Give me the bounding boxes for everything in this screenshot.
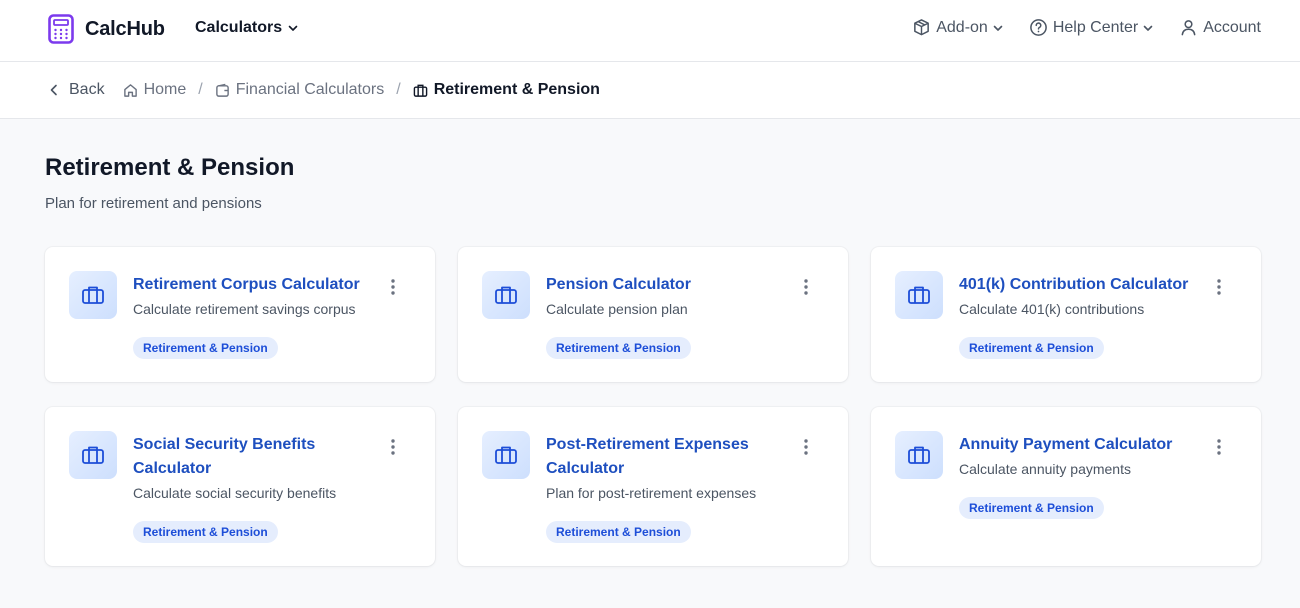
calculators-menu[interactable]: Calculators bbox=[195, 19, 298, 37]
briefcase-icon bbox=[82, 446, 104, 464]
card-title[interactable]: Social Security Benefits Calculator bbox=[133, 433, 333, 481]
card-icon-tile bbox=[69, 431, 117, 479]
card-menu-button[interactable] bbox=[798, 437, 814, 457]
briefcase-icon bbox=[495, 446, 517, 464]
card-description: Calculate retirement savings corpus bbox=[133, 301, 356, 317]
more-vertical-icon bbox=[391, 439, 395, 455]
calculator-card[interactable]: Post-Retirement Expenses Calculator Plan… bbox=[458, 407, 848, 566]
package-icon bbox=[914, 19, 930, 36]
chevron-down-icon bbox=[993, 25, 1003, 31]
category-tag: Retirement & Pension bbox=[133, 521, 278, 543]
help-center-menu-label: Help Center bbox=[1052, 18, 1139, 36]
briefcase-icon bbox=[908, 446, 930, 464]
breadcrumb-financial-label: Financial Calculators bbox=[235, 81, 385, 98]
category-tag: Retirement & Pension bbox=[133, 337, 278, 359]
page-subtitle: Plan for retirement and pensions bbox=[45, 195, 262, 212]
back-button[interactable]: Back bbox=[48, 81, 105, 99]
calculator-card[interactable]: Annuity Payment Calculator Calculate ann… bbox=[871, 407, 1261, 566]
breadcrumb-bar: Back Home / Financial Calculators / Reti… bbox=[0, 62, 1300, 119]
card-description: Calculate 401(k) contributions bbox=[959, 301, 1145, 317]
more-vertical-icon bbox=[804, 439, 808, 455]
page-title: Retirement & Pension bbox=[45, 154, 295, 181]
card-menu-button[interactable] bbox=[798, 277, 814, 297]
card-icon-tile bbox=[482, 271, 530, 319]
back-button-label: Back bbox=[69, 81, 105, 98]
card-icon-tile bbox=[69, 271, 117, 319]
card-menu-button[interactable] bbox=[1211, 437, 1227, 457]
wallet-icon bbox=[215, 83, 229, 97]
breadcrumb-current-label: Retirement & Pension bbox=[433, 81, 600, 98]
briefcase-icon bbox=[495, 286, 517, 304]
calculator-card[interactable]: 401(k) Contribution Calculator Calculate… bbox=[871, 247, 1261, 382]
category-tag: Retirement & Pension bbox=[959, 497, 1104, 519]
breadcrumb-current: Retirement & Pension bbox=[413, 81, 600, 99]
calculator-card[interactable]: Retirement Corpus Calculator Calculate r… bbox=[45, 247, 435, 382]
card-title[interactable]: Pension Calculator bbox=[546, 273, 776, 297]
card-title[interactable]: Retirement Corpus Calculator bbox=[133, 273, 363, 297]
home-icon bbox=[123, 83, 137, 97]
help-circle-icon bbox=[1029, 19, 1047, 36]
more-vertical-icon bbox=[804, 279, 808, 295]
brand-logo[interactable]: CalcHub bbox=[48, 14, 165, 44]
breadcrumb: Back Home / Financial Calculators / Reti… bbox=[48, 81, 600, 99]
card-icon-tile bbox=[482, 431, 530, 479]
card-description: Calculate annuity payments bbox=[959, 461, 1131, 477]
card-menu-button[interactable] bbox=[1211, 277, 1227, 297]
addon-menu[interactable]: Add-on bbox=[912, 18, 1003, 37]
briefcase-icon bbox=[908, 286, 930, 304]
breadcrumb-home[interactable]: Home bbox=[123, 81, 187, 99]
top-right-menu: Add-on Help Center Account bbox=[886, 18, 1261, 37]
briefcase-icon bbox=[82, 286, 104, 304]
calculator-card[interactable]: Pension Calculator Calculate pension pla… bbox=[458, 247, 848, 382]
card-description: Calculate pension plan bbox=[546, 301, 688, 317]
breadcrumb-home-label: Home bbox=[143, 81, 187, 98]
calculators-menu-label: Calculators bbox=[195, 19, 283, 36]
category-tag: Retirement & Pension bbox=[546, 337, 691, 359]
brand-name: CalcHub bbox=[85, 17, 165, 40]
help-center-menu[interactable]: Help Center bbox=[1029, 18, 1153, 37]
breadcrumb-separator: / bbox=[396, 81, 401, 98]
user-icon bbox=[1181, 20, 1196, 36]
card-menu-button[interactable] bbox=[385, 437, 401, 457]
chevron-down-icon bbox=[288, 25, 298, 31]
card-title[interactable]: Annuity Payment Calculator bbox=[959, 433, 1189, 457]
card-icon-tile bbox=[895, 271, 943, 319]
category-tag: Retirement & Pension bbox=[546, 521, 691, 543]
chevron-left-icon bbox=[50, 84, 57, 96]
more-vertical-icon bbox=[1217, 279, 1221, 295]
card-menu-button[interactable] bbox=[385, 277, 401, 297]
calculator-card[interactable]: Social Security Benefits Calculator Calc… bbox=[45, 407, 435, 566]
addon-menu-label: Add-on bbox=[936, 18, 988, 36]
more-vertical-icon bbox=[1217, 439, 1221, 455]
more-vertical-icon bbox=[391, 279, 395, 295]
breadcrumb-financial[interactable]: Financial Calculators bbox=[215, 81, 385, 99]
account-menu[interactable]: Account bbox=[1179, 18, 1261, 37]
chevron-down-icon bbox=[1143, 25, 1153, 31]
card-description: Plan for post-retirement expenses bbox=[546, 485, 757, 501]
calculator-icon bbox=[48, 14, 74, 44]
breadcrumb-separator: / bbox=[198, 81, 203, 98]
category-tag: Retirement & Pension bbox=[959, 337, 1104, 359]
card-title[interactable]: 401(k) Contribution Calculator bbox=[959, 273, 1189, 297]
card-description: Calculate social security benefits bbox=[133, 485, 337, 501]
top-navbar: CalcHub Calculators Add-on Help Center A… bbox=[0, 0, 1300, 62]
briefcase-icon bbox=[413, 84, 427, 97]
account-menu-label: Account bbox=[1203, 18, 1261, 36]
card-title[interactable]: Post-Retirement Expenses Calculator bbox=[546, 433, 761, 481]
card-icon-tile bbox=[895, 431, 943, 479]
